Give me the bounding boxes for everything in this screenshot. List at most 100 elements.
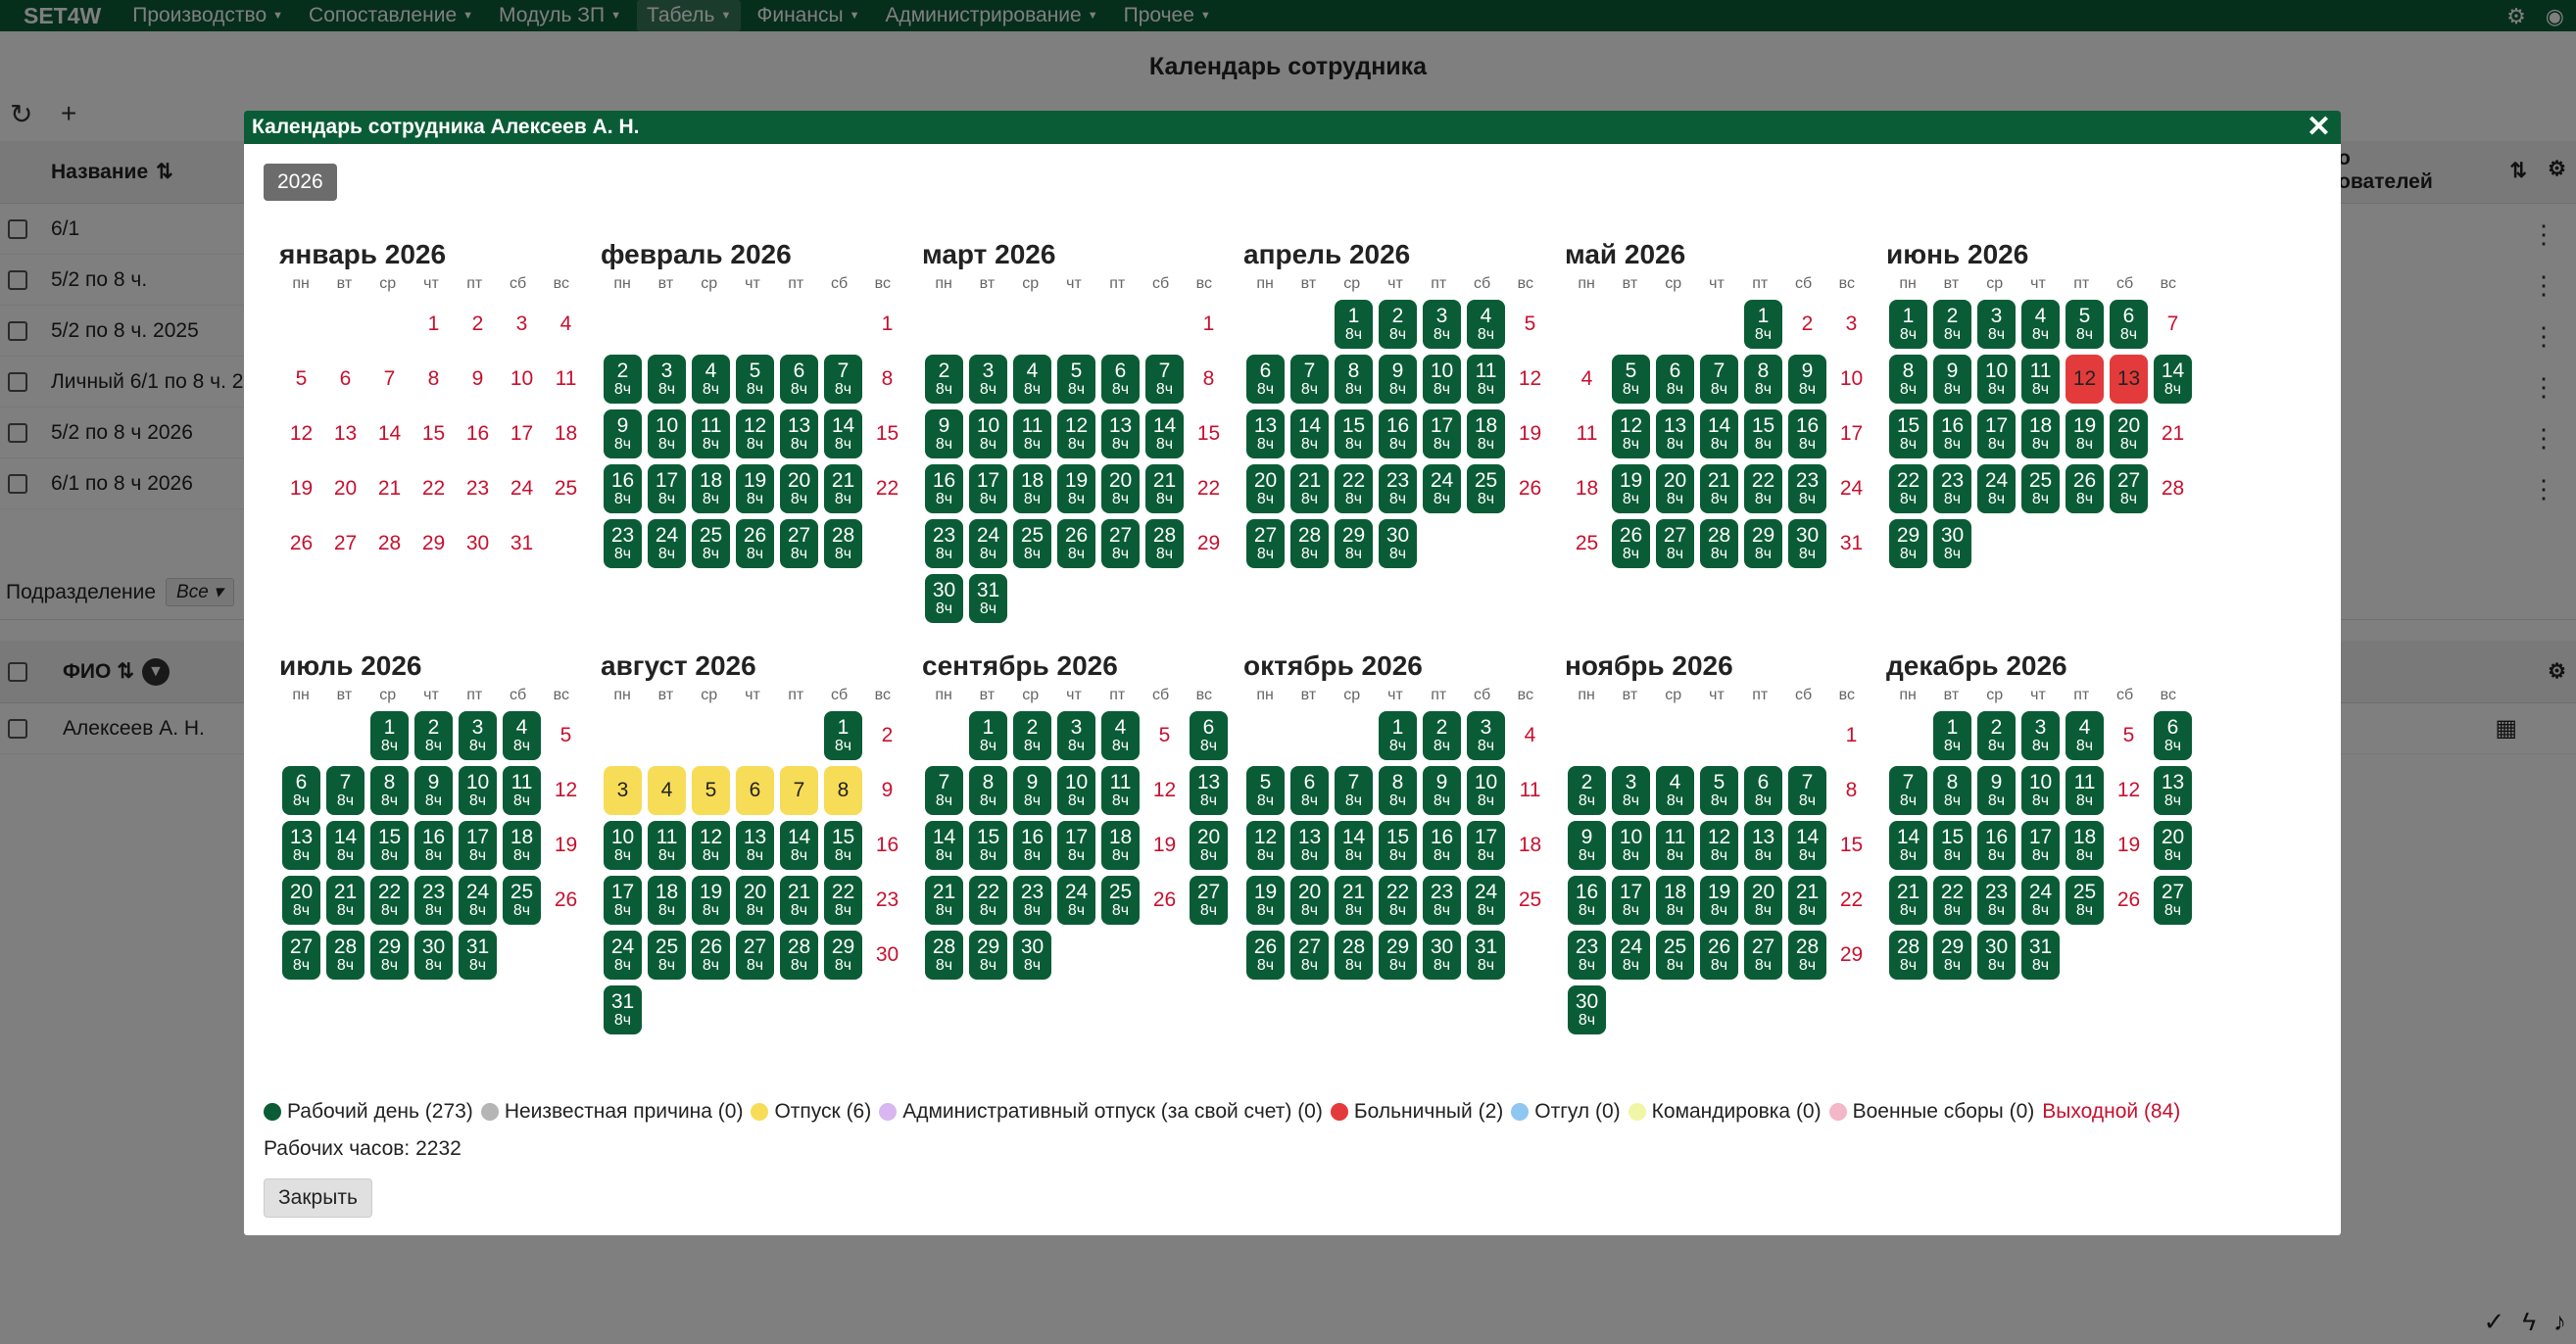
day-cell-workday[interactable]: 3 8ч bbox=[459, 711, 497, 760]
day-cell-workday[interactable]: 5 8ч bbox=[1057, 355, 1095, 404]
day-cell-workday[interactable]: 18 8ч bbox=[2066, 821, 2104, 870]
day-cell-workday[interactable]: 31 8ч bbox=[2021, 931, 2060, 980]
day-cell-dayoff[interactable]: 12 bbox=[1511, 355, 1549, 404]
day-cell-workday[interactable]: 15 8ч bbox=[1744, 409, 1782, 458]
day-cell-workday[interactable]: 28 8ч bbox=[1290, 519, 1329, 568]
day-cell-workday[interactable]: 22 8ч bbox=[1933, 876, 1971, 925]
day-cell-workday[interactable]: 16 8ч bbox=[604, 464, 642, 513]
day-cell-workday[interactable]: 3 8ч bbox=[969, 355, 1007, 404]
day-cell-workday[interactable]: 17 8ч bbox=[1057, 821, 1095, 870]
day-cell-workday[interactable]: 21 8ч bbox=[1788, 876, 1826, 925]
day-cell-dayoff[interactable]: 24 bbox=[503, 464, 541, 513]
day-cell-workday[interactable]: 11 8ч bbox=[1101, 766, 1140, 815]
day-cell-dayoff[interactable]: 2 bbox=[868, 711, 906, 760]
day-cell-workday[interactable]: 25 8ч bbox=[648, 931, 686, 980]
day-cell-vacation[interactable]: 3 bbox=[604, 766, 642, 815]
day-cell-dayoff[interactable]: 26 bbox=[1145, 876, 1184, 925]
day-cell-workday[interactable]: 10 8ч bbox=[1467, 766, 1505, 815]
day-cell-workday[interactable]: 25 8ч bbox=[2021, 464, 2060, 513]
day-cell-workday[interactable]: 31 8ч bbox=[604, 985, 642, 1034]
close-icon[interactable]: ✕ bbox=[2307, 111, 2331, 144]
day-cell-dayoff[interactable]: 6 bbox=[326, 355, 365, 404]
day-cell-dayoff[interactable]: 31 bbox=[503, 519, 541, 568]
day-cell-workday[interactable]: 30 8ч bbox=[1379, 519, 1417, 568]
day-cell-workday[interactable]: 7 8ч bbox=[824, 355, 862, 404]
day-cell-dayoff[interactable]: 22 bbox=[868, 464, 906, 513]
day-cell-workday[interactable]: 22 8ч bbox=[1889, 464, 1927, 513]
day-cell-workday[interactable]: 23 8ч bbox=[1423, 876, 1461, 925]
day-cell-workday[interactable]: 11 8ч bbox=[2066, 766, 2104, 815]
day-cell-dayoff[interactable]: 18 bbox=[547, 409, 585, 458]
day-cell-workday[interactable]: 9 8ч bbox=[925, 409, 963, 458]
day-cell-workday[interactable]: 18 8ч bbox=[692, 464, 730, 513]
day-cell-workday[interactable]: 27 8ч bbox=[1246, 519, 1285, 568]
day-cell-workday[interactable]: 2 8ч bbox=[1013, 711, 1051, 760]
day-cell-dayoff[interactable]: 15 bbox=[1832, 821, 1871, 870]
day-cell-workday[interactable]: 25 8ч bbox=[503, 876, 541, 925]
day-cell-workday[interactable]: 30 8ч bbox=[1013, 931, 1051, 980]
day-cell-workday[interactable]: 23 8ч bbox=[1788, 464, 1826, 513]
day-cell-workday[interactable]: 1 8ч bbox=[1933, 711, 1971, 760]
day-cell-dayoff[interactable]: 23 bbox=[459, 464, 497, 513]
day-cell-dayoff[interactable]: 29 bbox=[1190, 519, 1228, 568]
day-cell-dayoff[interactable]: 26 bbox=[547, 876, 585, 925]
day-cell-dayoff[interactable]: 2 bbox=[459, 300, 497, 349]
day-cell-workday[interactable]: 3 8ч bbox=[1977, 300, 2016, 349]
day-cell-workday[interactable]: 17 8ч bbox=[1423, 409, 1461, 458]
day-cell-workday[interactable]: 25 8ч bbox=[1656, 931, 1694, 980]
day-cell-dayoff[interactable]: 15 bbox=[1190, 409, 1228, 458]
day-cell-vacation[interactable]: 6 bbox=[736, 766, 774, 815]
day-cell-workday[interactable]: 21 8ч bbox=[1889, 876, 1927, 925]
day-cell-dayoff[interactable]: 5 bbox=[2110, 711, 2148, 760]
day-cell-workday[interactable]: 11 8ч bbox=[1013, 409, 1051, 458]
day-cell-dayoff[interactable]: 28 bbox=[2154, 464, 2192, 513]
day-cell-workday[interactable]: 22 8ч bbox=[1335, 464, 1373, 513]
day-cell-dayoff[interactable]: 5 bbox=[282, 355, 320, 404]
day-cell-dayoff[interactable]: 24 bbox=[1832, 464, 1871, 513]
day-cell-workday[interactable]: 26 8ч bbox=[1612, 519, 1650, 568]
day-cell-workday[interactable]: 28 8ч bbox=[824, 519, 862, 568]
day-cell-workday[interactable]: 24 8ч bbox=[1423, 464, 1461, 513]
day-cell-dayoff[interactable]: 17 bbox=[503, 409, 541, 458]
day-cell-dayoff[interactable]: 11 bbox=[547, 355, 585, 404]
day-cell-workday[interactable]: 2 8ч bbox=[1423, 711, 1461, 760]
day-cell-workday[interactable]: 7 8ч bbox=[1788, 766, 1826, 815]
day-cell-workday[interactable]: 9 8ч bbox=[1568, 821, 1606, 870]
day-cell-workday[interactable]: 6 8ч bbox=[2110, 300, 2148, 349]
day-cell-dayoff[interactable]: 11 bbox=[1511, 766, 1549, 815]
day-cell-workday[interactable]: 17 8ч bbox=[969, 464, 1007, 513]
day-cell-workday[interactable]: 17 8ч bbox=[604, 876, 642, 925]
day-cell-workday[interactable]: 10 8ч bbox=[1423, 355, 1461, 404]
day-cell-workday[interactable]: 5 8ч bbox=[1612, 355, 1650, 404]
day-cell-workday[interactable]: 30 8ч bbox=[1423, 931, 1461, 980]
day-cell-workday[interactable]: 9 8ч bbox=[1423, 766, 1461, 815]
day-cell-workday[interactable]: 7 8ч bbox=[925, 766, 963, 815]
day-cell-workday[interactable]: 16 8ч bbox=[1013, 821, 1051, 870]
day-cell-workday[interactable]: 18 8ч bbox=[503, 821, 541, 870]
day-cell-workday[interactable]: 20 8ч bbox=[282, 876, 320, 925]
day-cell-dayoff[interactable]: 25 bbox=[1568, 519, 1606, 568]
day-cell-workday[interactable]: 21 8ч bbox=[1290, 464, 1329, 513]
day-cell-vacation[interactable]: 7 bbox=[780, 766, 818, 815]
day-cell-workday[interactable]: 14 8ч bbox=[1700, 409, 1738, 458]
day-cell-dayoff[interactable]: 3 bbox=[1832, 300, 1871, 349]
day-cell-workday[interactable]: 28 8ч bbox=[1145, 519, 1184, 568]
day-cell-workday[interactable]: 20 8ч bbox=[736, 876, 774, 925]
day-cell-workday[interactable]: 8 8ч bbox=[1379, 766, 1417, 815]
day-cell-workday[interactable]: 25 8ч bbox=[2066, 876, 2104, 925]
day-cell-dayoff[interactable]: 14 bbox=[370, 409, 409, 458]
day-cell-workday[interactable]: 6 8ч bbox=[1744, 766, 1782, 815]
day-cell-workday[interactable]: 17 8ч bbox=[648, 464, 686, 513]
day-cell-workday[interactable]: 10 8ч bbox=[1977, 355, 2016, 404]
day-cell-workday[interactable]: 25 8ч bbox=[1013, 519, 1051, 568]
day-cell-workday[interactable]: 11 8ч bbox=[1656, 821, 1694, 870]
day-cell-workday[interactable]: 31 8ч bbox=[1467, 931, 1505, 980]
day-cell-workday[interactable]: 12 8ч bbox=[1057, 409, 1095, 458]
day-cell-workday[interactable]: 19 8ч bbox=[2066, 409, 2104, 458]
close-button[interactable]: Закрыть bbox=[264, 1178, 372, 1218]
day-cell-workday[interactable]: 18 8ч bbox=[2021, 409, 2060, 458]
day-cell-workday[interactable]: 30 8ч bbox=[925, 574, 963, 623]
day-cell-workday[interactable]: 18 8ч bbox=[1656, 876, 1694, 925]
day-cell-workday[interactable]: 16 8ч bbox=[925, 464, 963, 513]
day-cell-workday[interactable]: 9 8ч bbox=[1013, 766, 1051, 815]
